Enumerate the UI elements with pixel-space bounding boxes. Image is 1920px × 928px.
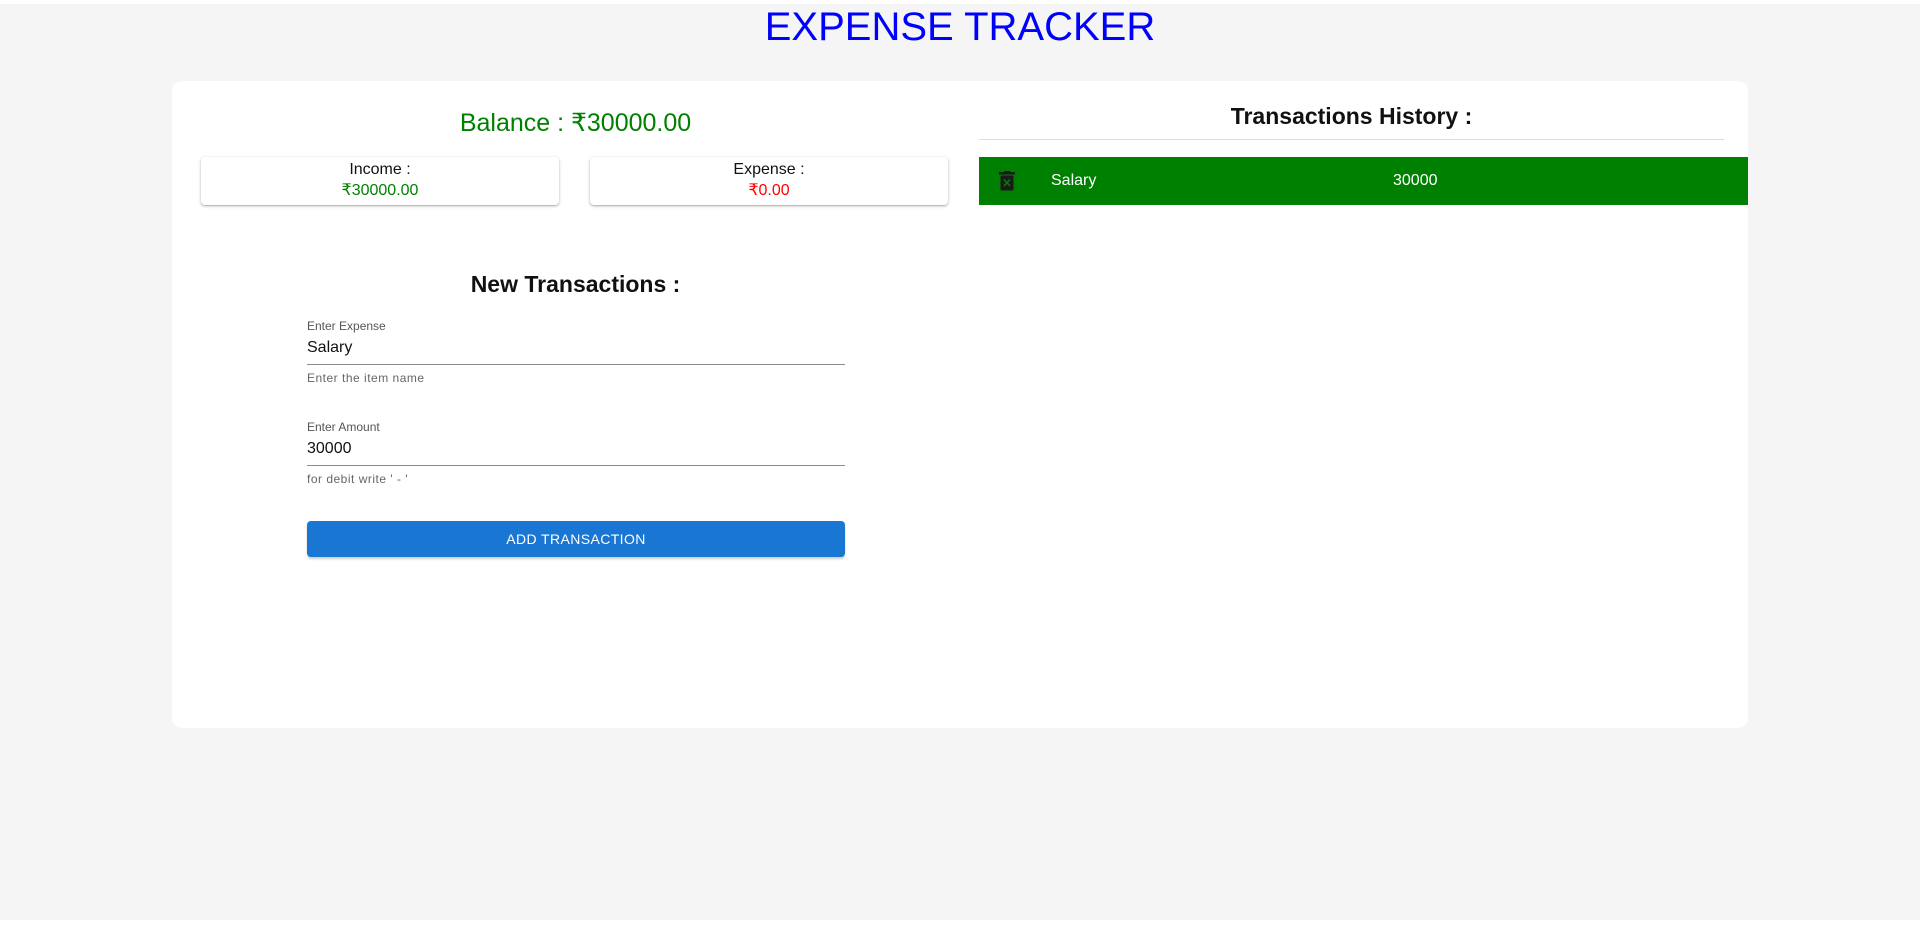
expense-input[interactable] bbox=[307, 334, 845, 365]
add-transaction-button[interactable]: ADD TRANSACTION bbox=[307, 521, 845, 557]
expense-helper-text: Enter the item name bbox=[307, 371, 425, 385]
history-item-amount: 30000 bbox=[1393, 172, 1438, 189]
history-divider bbox=[979, 139, 1724, 140]
expense-summary: Expense : ₹0.00 bbox=[590, 157, 948, 205]
amount-field-label: Enter Amount bbox=[307, 420, 380, 434]
balance-display: Balance : ₹30000.00 bbox=[459, 109, 692, 137]
expense-value: ₹0.00 bbox=[748, 182, 790, 199]
transactions-history-title: Transactions History : bbox=[1230, 103, 1473, 129]
delete-icon[interactable] bbox=[999, 171, 1015, 191]
expense-field-label: Enter Expense bbox=[307, 319, 386, 333]
amount-helper-text: for debit write ' - ' bbox=[307, 472, 409, 486]
income-summary: Income : ₹30000.00 bbox=[201, 157, 559, 205]
history-item-name: Salary bbox=[1051, 172, 1097, 189]
app-title: EXPENSE TRACKER bbox=[764, 5, 1156, 49]
new-transactions-title: New Transactions : bbox=[470, 271, 681, 297]
income-label: Income : bbox=[349, 161, 411, 178]
amount-input[interactable] bbox=[307, 435, 845, 466]
expense-label: Expense : bbox=[733, 161, 805, 178]
income-value: ₹30000.00 bbox=[341, 182, 419, 199]
history-row: Salary 30000 bbox=[979, 157, 1748, 205]
expense-field-group: Enter Expense Enter the item name bbox=[307, 319, 845, 386]
tracker-card: Balance : ₹30000.00 Income : ₹30000.00 E… bbox=[172, 81, 1748, 728]
amount-field-group: Enter Amount for debit write ' - ' bbox=[307, 420, 845, 487]
transactions-history-list: Salary 30000 bbox=[979, 157, 1748, 205]
